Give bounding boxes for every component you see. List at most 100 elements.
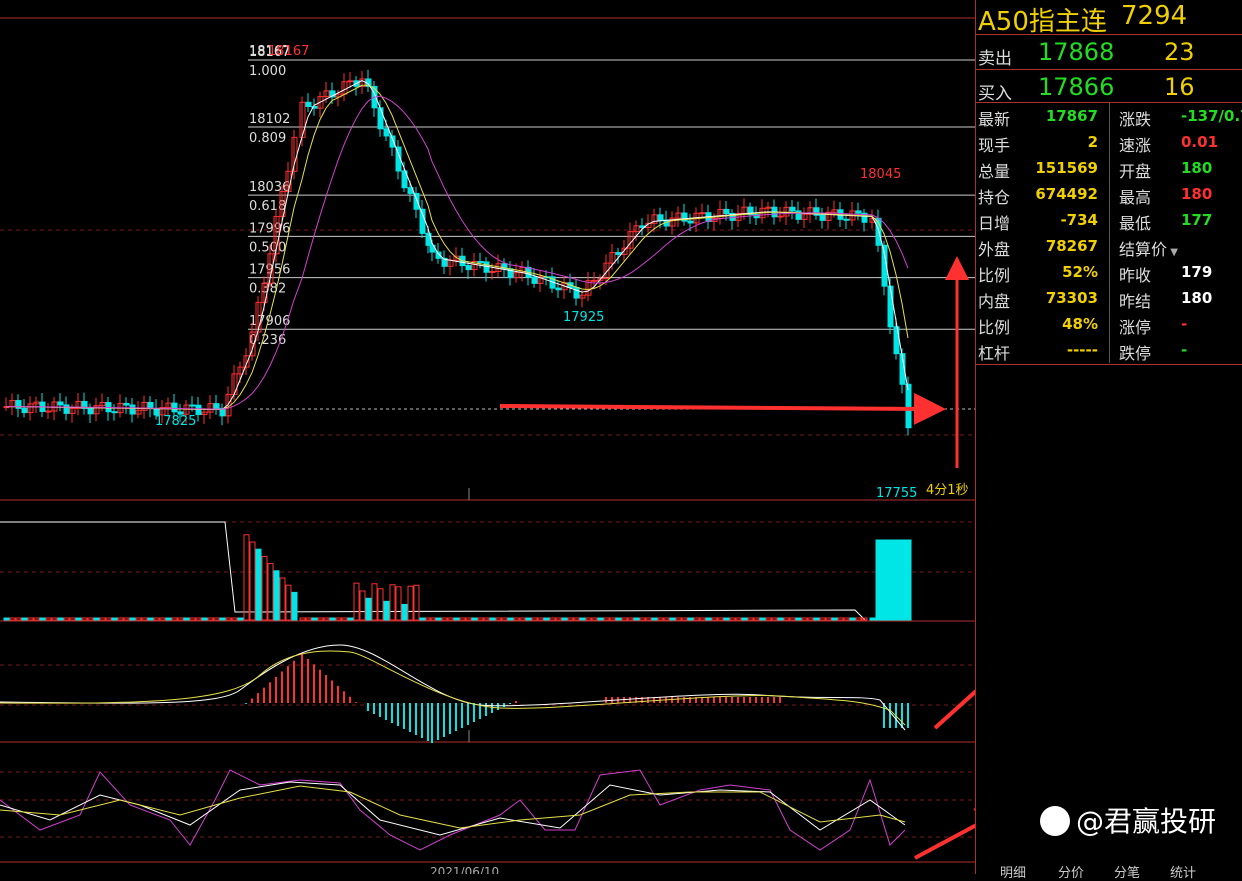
- volume-bar: [105, 617, 112, 621]
- volume-bar: [395, 586, 402, 621]
- stat-value: 2: [1087, 133, 1098, 151]
- candle-body: [347, 80, 354, 83]
- volume-bar: [225, 617, 232, 621]
- volume-bar: [621, 617, 628, 621]
- volume-bar: [627, 617, 634, 621]
- volume-bar: [887, 539, 894, 621]
- volume-bar: [489, 617, 496, 621]
- stat-value: -: [1181, 315, 1188, 333]
- volume-bar: [633, 617, 640, 621]
- candle-body: [905, 383, 912, 429]
- candle-body: [489, 271, 496, 274]
- candle-body: [123, 402, 130, 406]
- volume-bar: [171, 617, 178, 621]
- open-interest-line: [0, 521, 866, 621]
- volume-bar: [147, 617, 154, 621]
- fib-ratio: 0.618: [249, 199, 286, 214]
- ask-label: 卖出: [978, 49, 1012, 69]
- volume-bar: [663, 617, 670, 621]
- bid-row[interactable]: 买入 17866 16: [976, 70, 1242, 104]
- volume-bar: [869, 617, 876, 621]
- tab-ticks[interactable]: 分笔: [1114, 862, 1140, 881]
- volume-bar: [819, 617, 826, 621]
- volume-bar: [801, 617, 808, 621]
- volume-bar: [183, 617, 190, 621]
- volume-bar: [471, 617, 478, 621]
- volume-bar: [855, 617, 862, 621]
- volume-bar: [735, 617, 742, 621]
- candle-body: [591, 279, 598, 282]
- volume-bar: [291, 591, 298, 621]
- tab-price[interactable]: 分价: [1058, 862, 1084, 881]
- volume-bar: [899, 539, 906, 621]
- volume-bar: [189, 617, 196, 621]
- volume-bar: [323, 617, 330, 621]
- volume-bar: [699, 617, 706, 621]
- candle-body: [555, 287, 562, 291]
- ma-long-line: [6, 95, 909, 410]
- stat-label: 外盘: [978, 240, 1011, 259]
- volume-bar: [477, 617, 484, 621]
- volume-bar: [207, 617, 214, 621]
- volume-bar: [711, 617, 718, 621]
- red-arrow-horizontal: [499, 392, 946, 425]
- stat-label: 涨停: [1119, 318, 1152, 337]
- tab-detail[interactable]: 明细: [1000, 862, 1026, 881]
- volume-bar: [453, 617, 460, 621]
- stat-row: 内盘 73303 昨结 180: [976, 285, 1242, 311]
- label-low-left: 17825: [155, 414, 196, 429]
- volume-bar: [329, 617, 336, 621]
- volume-bar: [243, 534, 250, 621]
- stat-label: 速涨: [1119, 136, 1152, 155]
- stat-label: 持仓: [978, 188, 1011, 207]
- volume-bar: [63, 617, 70, 621]
- watermark-text: @君赢投研: [1076, 805, 1217, 838]
- volume-bar: [525, 617, 532, 621]
- volume-bar: [849, 617, 856, 621]
- kline-chart[interactable]: 18167 1.000 18102 0.809 18036 0.618 17996 0.500…: [0, 0, 1017, 879]
- ask-row[interactable]: 卖出 17868 23: [976, 35, 1242, 69]
- volume-bar: [681, 617, 688, 621]
- candle-body: [855, 210, 862, 214]
- volume-bar: [717, 617, 724, 621]
- stat-value: 180: [1181, 185, 1213, 203]
- stat-label: 结算价 ▼: [1119, 240, 1178, 259]
- symbol-header[interactable]: A50指主连 7294: [976, 0, 1242, 37]
- volume-bar: [159, 617, 166, 621]
- bid-qty: 16: [1164, 73, 1195, 101]
- stat-value: 17867: [1045, 107, 1098, 125]
- candle-body: [21, 407, 28, 414]
- volume-bar: [27, 617, 34, 621]
- countdown-label: 4分1秒: [926, 483, 969, 498]
- fib-ratio: 0.500: [249, 240, 286, 255]
- volume-bar: [177, 617, 184, 621]
- candle-body: [147, 401, 154, 409]
- stat-row: 最新 17867 涨跌 -137/0.76: [976, 103, 1242, 129]
- stat-row: 比例 48% 涨停 -: [976, 311, 1242, 337]
- fib-price: 18102: [249, 112, 290, 127]
- volume-bar: [99, 617, 106, 621]
- tab-stats[interactable]: 统计: [1170, 862, 1196, 881]
- candle-body: [377, 107, 384, 130]
- volume-bar: [573, 617, 580, 621]
- volume-bar: [81, 617, 88, 621]
- volume-bar: [57, 617, 64, 621]
- fib-price: 17996: [249, 221, 290, 236]
- label-high-red: 18167: [268, 44, 309, 59]
- red-arrow-diagonal: [933, 654, 1017, 730]
- volume-bar: [519, 617, 526, 621]
- volume-bar: [549, 617, 556, 621]
- candle-body: [45, 410, 52, 413]
- stat-label: 现手: [978, 136, 1011, 155]
- volume-bar: [299, 617, 306, 621]
- volume-bar: [905, 539, 912, 621]
- volume-bar: [837, 617, 844, 621]
- label-mid-low: 17925: [563, 310, 604, 325]
- stat-label: 最新: [978, 110, 1011, 129]
- volume-bar: [435, 617, 442, 621]
- candle-body: [305, 101, 312, 107]
- volume-bar: [771, 617, 778, 621]
- volume-bar: [359, 590, 366, 621]
- volume-bar: [213, 617, 220, 621]
- stat-row: 比例 52% 昨收 179: [976, 259, 1242, 285]
